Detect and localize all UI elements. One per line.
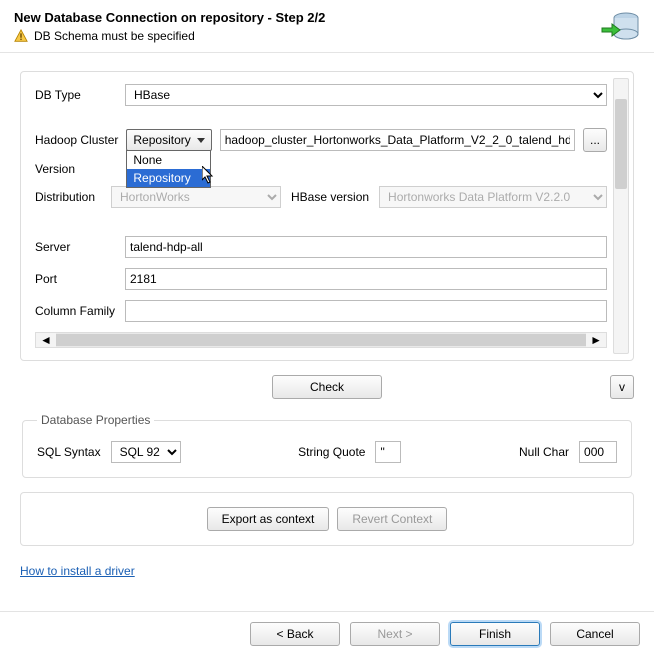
install-driver-link[interactable]: How to install a driver [20, 564, 135, 578]
column-family-input[interactable] [125, 300, 607, 322]
horizontal-scrollbar[interactable]: ◄ ► [35, 332, 607, 348]
warning-text: DB Schema must be specified [34, 29, 195, 43]
browse-button[interactable]: ... [583, 128, 607, 152]
port-label: Port [35, 272, 125, 286]
null-char-label: Null Char [519, 445, 569, 459]
hadoop-option-repository[interactable]: Repository [127, 169, 210, 187]
server-input[interactable] [125, 236, 607, 258]
warning-icon [14, 29, 28, 43]
port-input[interactable] [125, 268, 607, 290]
back-button[interactable]: < Back [250, 622, 340, 646]
database-icon [600, 10, 640, 46]
distribution-label: Distribution [35, 190, 101, 204]
distribution-select[interactable]: HortonWorks [111, 186, 281, 208]
sql-syntax-select[interactable]: SQL 92 [111, 441, 181, 463]
dbtype-label: DB Type [35, 88, 125, 102]
string-quote-input[interactable] [375, 441, 401, 463]
page-title: New Database Connection on repository - … [14, 10, 600, 25]
vertical-scrollbar[interactable] [613, 78, 629, 354]
dbtype-select[interactable]: HBase [125, 84, 607, 106]
scroll-left-icon[interactable]: ◄ [40, 333, 52, 347]
column-family-label: Column Family [35, 304, 125, 318]
export-context-button[interactable]: Export as context [207, 507, 330, 531]
scroll-right-icon[interactable]: ► [590, 333, 602, 347]
server-label: Server [35, 240, 125, 254]
null-char-input[interactable] [579, 441, 617, 463]
version-label: Version [35, 162, 95, 176]
hadoop-cluster-label: Hadoop Cluster [35, 133, 118, 147]
revert-context-button[interactable]: Revert Context [337, 507, 447, 531]
database-properties-legend: Database Properties [37, 413, 154, 427]
database-properties-group: Database Properties SQL Syntax SQL 92 St… [22, 413, 632, 478]
sql-syntax-label: SQL Syntax [37, 445, 101, 459]
hbase-version-select[interactable]: Hortonworks Data Platform V2.2.0 [379, 186, 607, 208]
next-button[interactable]: Next > [350, 622, 440, 646]
expand-v-button[interactable]: v [610, 375, 634, 399]
hbase-version-label: HBase version [291, 190, 369, 204]
hadoop-path-input[interactable] [220, 129, 575, 151]
check-button[interactable]: Check [272, 375, 382, 399]
hadoop-option-none[interactable]: None [127, 151, 210, 169]
string-quote-label: String Quote [298, 445, 365, 459]
cancel-button[interactable]: Cancel [550, 622, 640, 646]
finish-button[interactable]: Finish [450, 622, 540, 646]
hadoop-cluster-dropdown[interactable]: None Repository [126, 150, 211, 188]
hadoop-cluster-select[interactable]: Repository [126, 129, 211, 151]
